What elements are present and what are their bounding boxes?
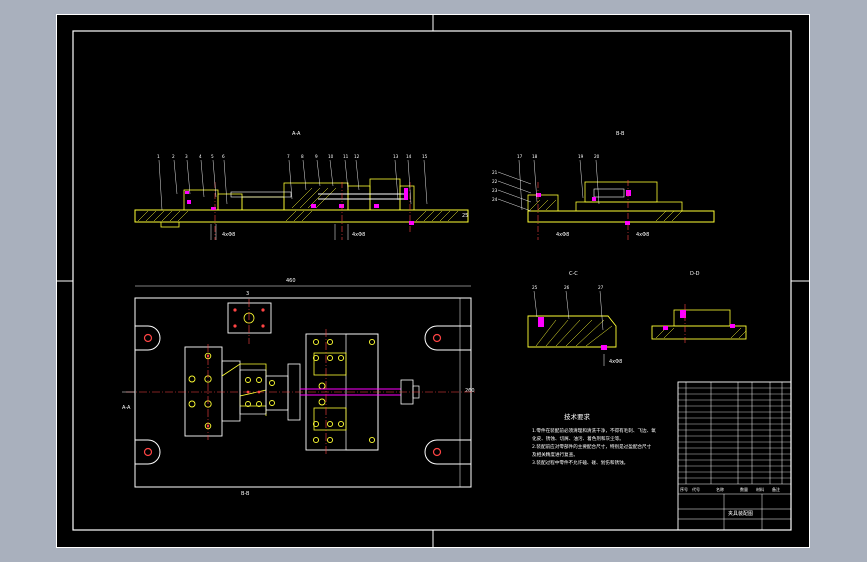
title-d: D-D <box>690 271 700 277</box>
part-balloon: 2 <box>172 154 175 159</box>
title-block-name: 夹具装配图 <box>728 510 753 517</box>
base-plate <box>134 209 469 223</box>
inner-border <box>72 30 792 531</box>
part-balloon: 23 <box>492 188 498 193</box>
label-bb: B-B <box>241 491 250 497</box>
bom-h-2: 代号 <box>692 486 700 492</box>
dim-thk: 25 <box>462 213 468 219</box>
view-elevation-b: B-B 4xΦ8 4xΦ8 17 18 19 20 21 22 23 24 <box>492 131 715 240</box>
leader-line <box>565 290 570 320</box>
leader-line <box>533 290 538 318</box>
part-balloon: 26 <box>564 285 570 290</box>
part-balloon: 4 <box>199 154 202 159</box>
tech-line: 及相关精度进行复查。 <box>532 451 578 458</box>
leader-line <box>288 159 293 200</box>
part-balloon: 15 <box>422 154 428 159</box>
part-balloon: 9 <box>315 154 318 159</box>
tech-line: 2.装配前应对零部件的主要配合尺寸，特别是过盈配合尺寸 <box>532 443 652 450</box>
leader-line <box>212 159 217 198</box>
title-c: C-C <box>569 271 578 277</box>
leader-line <box>173 159 178 195</box>
part-balloon: 21 <box>492 170 498 175</box>
leader-line <box>497 171 532 185</box>
leader-line <box>407 159 412 205</box>
leader-line <box>518 159 523 211</box>
view-elevation-a: A-A 4xΦ8 4xΦ8 25 1 2 3 4 5 6 7 8 9 10 11… <box>134 131 469 240</box>
leader-line <box>200 159 205 198</box>
bom-h-5: 材料 <box>756 486 764 492</box>
bom-h-4: 数量 <box>740 486 748 492</box>
bom-h-3: 名称 <box>716 486 724 492</box>
view-section-d: D-D <box>651 271 747 344</box>
part-balloon: 13 <box>393 154 399 159</box>
dim-hole-b1: 4xΦ8 <box>556 232 569 238</box>
leader-line <box>344 159 349 191</box>
part-balloon: 5 <box>211 154 214 159</box>
view-plan: 460 260 A-A B-B 3 <box>122 278 476 497</box>
part-balloon: 11 <box>343 154 349 159</box>
svg-text:3: 3 <box>246 291 249 297</box>
leader-line <box>329 159 334 187</box>
leader-line <box>158 159 163 211</box>
centering-marks <box>56 14 810 548</box>
leader-line <box>423 159 428 205</box>
bom-h-6: 备注 <box>772 486 780 492</box>
title-b: B-B <box>616 131 625 137</box>
title-a: A-A <box>292 131 301 137</box>
balloons-a: 1 2 3 4 5 6 7 8 9 10 11 12 13 14 15 <box>157 154 428 211</box>
part-balloon: 8 <box>301 154 304 159</box>
tech-line: 3.装配过程中零件不允许磕、碰、划伤和锈蚀。 <box>532 459 628 466</box>
part-balloon: 20 <box>594 154 600 159</box>
dim-hole-b2: 4xΦ8 <box>636 232 649 238</box>
bom-h-1: 序号 <box>680 486 688 492</box>
dim-hole-c: 4xΦ8 <box>609 359 622 365</box>
part-balloon: 6 <box>222 154 225 159</box>
part-balloon: 24 <box>492 197 498 202</box>
part-balloon: 10 <box>328 154 334 159</box>
title-block: 序号 代号 名称 数量 材料 备注 夹具装配图 <box>677 381 792 531</box>
part-balloon: 27 <box>598 285 604 290</box>
technical-requirements: 技术要求 1.零件在装配前必须清理和清洗干净，不得有毛刺、飞边、氧 化皮、锈蚀、… <box>532 412 656 466</box>
part-balloon: 3 <box>185 154 188 159</box>
leader-line <box>533 159 538 203</box>
part-balloon: 17 <box>517 154 523 159</box>
part-balloon: 18 <box>532 154 538 159</box>
dim-hole-a2: 4xΦ8 <box>352 232 365 238</box>
leader-line <box>497 180 532 194</box>
part-balloon: 25 <box>532 285 538 290</box>
dim-plan-width: 460 <box>286 278 296 284</box>
drawing-sheet: A-A 4xΦ8 4xΦ8 25 1 2 3 4 5 6 7 8 9 10 11… <box>56 14 810 548</box>
dim-plan-depth: 260 <box>465 388 475 394</box>
tech-line: 1.零件在装配前必须清理和清洗干净，不得有毛刺、飞边、氧 <box>532 427 656 434</box>
leader-line <box>223 159 228 205</box>
outer-border <box>56 14 810 548</box>
leader-line <box>579 159 584 199</box>
label-aa: A-A <box>122 405 131 411</box>
dim-hole-a1: 4xΦ8 <box>222 232 235 238</box>
leader-line <box>355 159 360 191</box>
leader-line <box>599 290 604 331</box>
part-balloon: 7 <box>287 154 290 159</box>
leader-line <box>497 189 532 203</box>
view-section-c: C-C 4xΦ8 25 26 27 <box>527 271 622 366</box>
part-balloon: 14 <box>406 154 412 159</box>
part-balloon: 1 <box>157 154 160 159</box>
part-balloon: 12 <box>354 154 360 159</box>
tech-line: 化皮、锈蚀、切屑、油污、着色剂和灰尘等。 <box>532 435 624 442</box>
part-balloon: 22 <box>492 179 498 184</box>
part-balloon: 19 <box>578 154 584 159</box>
leader-line <box>302 159 307 191</box>
leader-line <box>497 198 532 212</box>
tech-title: 技术要求 <box>564 412 591 421</box>
leader-line <box>186 159 191 195</box>
cad-drawing: A-A 4xΦ8 4xΦ8 25 1 2 3 4 5 6 7 8 9 10 11… <box>56 14 810 548</box>
leader-line <box>316 159 321 187</box>
